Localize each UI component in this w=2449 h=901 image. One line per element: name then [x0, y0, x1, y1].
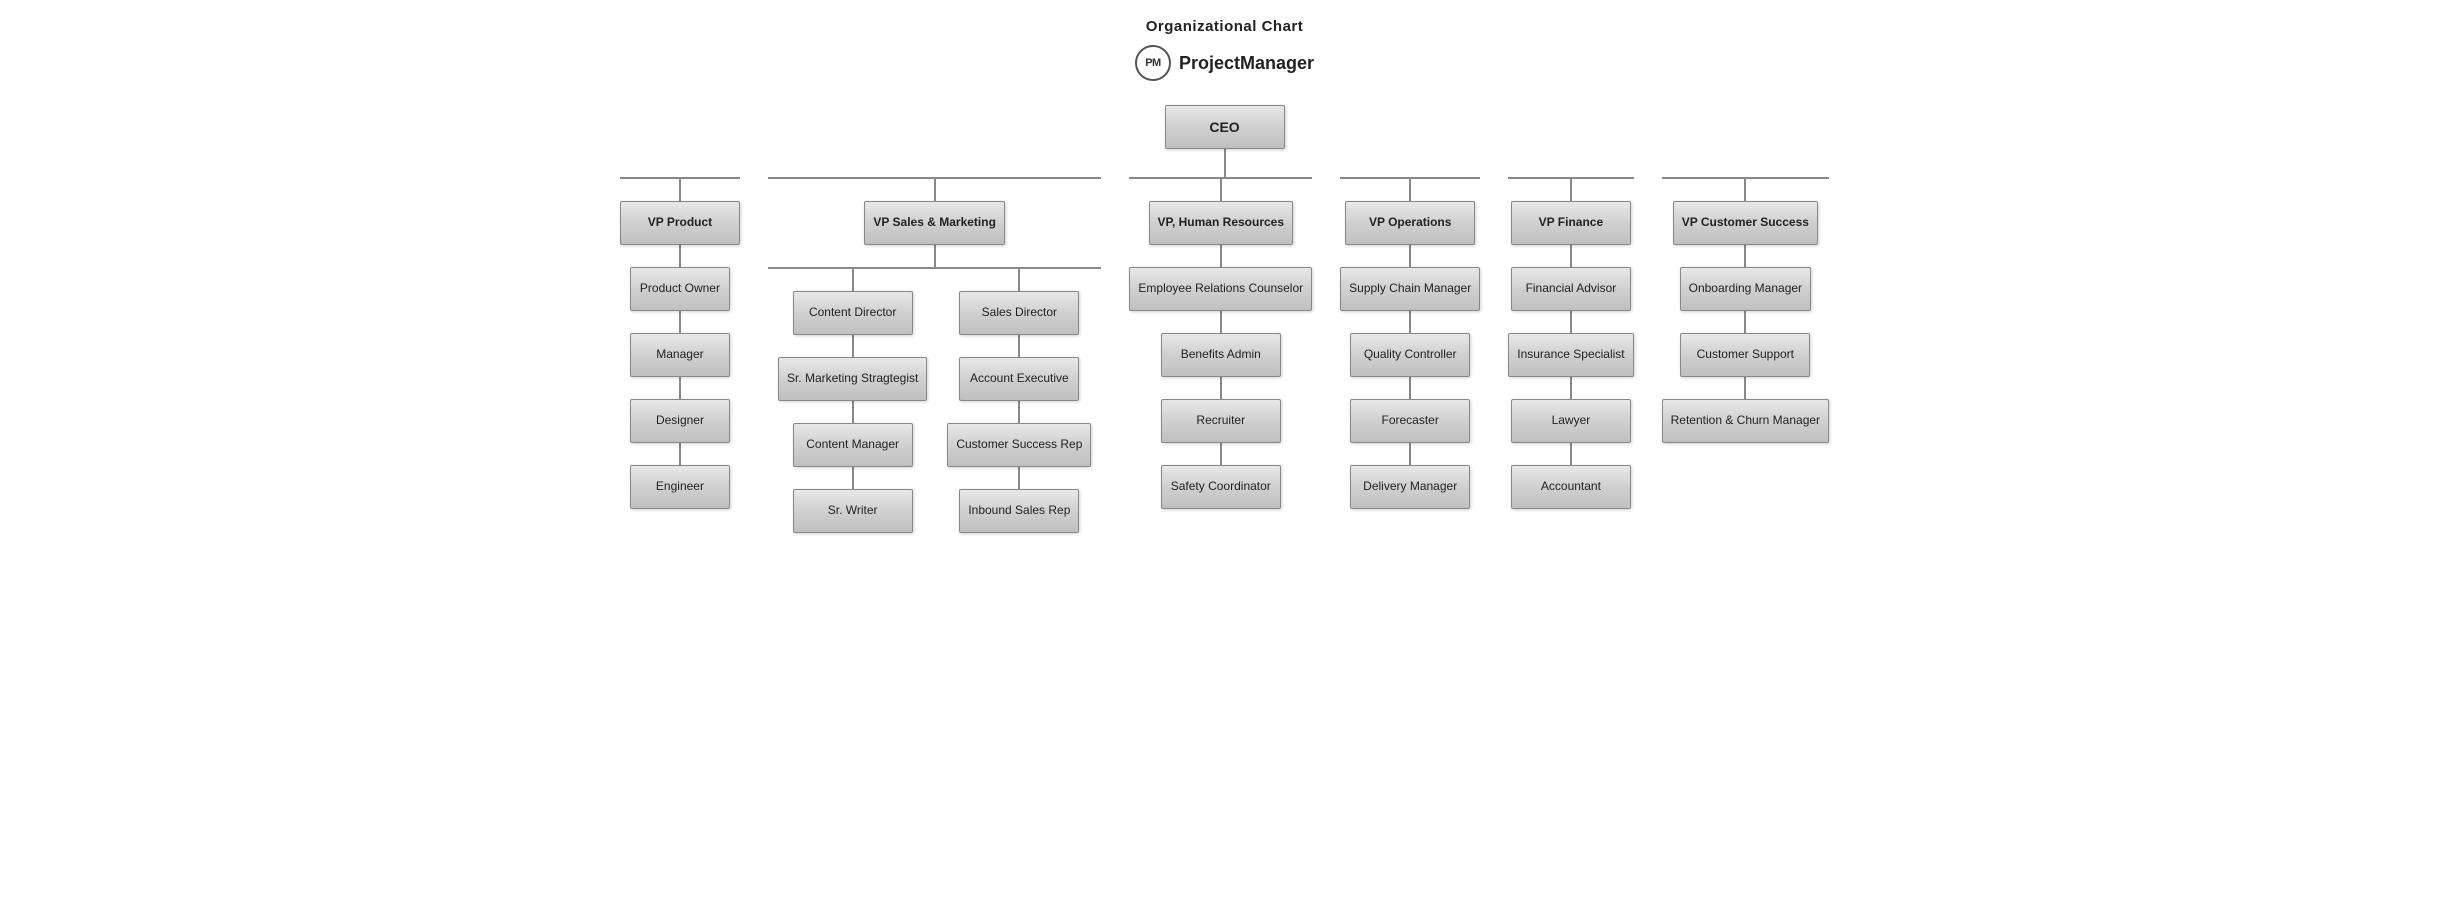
benefits-admin-node: Benefits Admin: [1161, 333, 1281, 377]
forecaster-node: Forecaster: [1350, 399, 1470, 443]
product-chain: Product Owner Manager Designer Engineer: [630, 267, 730, 509]
supply-chain-node: Supply Chain Manager: [1340, 267, 1480, 311]
chart-area: CEO VP Product Product Owner Manage: [0, 95, 2449, 563]
vp-hr-block: VP, Human Resources Employee Relations C…: [1115, 177, 1326, 509]
vp-connector-row: VP Product Product Owner Manager Designe…: [10, 177, 2439, 533]
vp-finance-block: VP Finance Financial Advisor Insurance S…: [1494, 177, 1647, 509]
sr-writer-node: Sr. Writer: [793, 489, 913, 533]
page-title: Organizational Chart: [0, 18, 2449, 35]
vp-product-block: VP Product Product Owner Manager Designe…: [606, 177, 754, 509]
vp-finance-node: VP Finance: [1511, 201, 1631, 245]
sr-marketing-node: Sr. Marketing Stragtegist: [778, 357, 927, 401]
cs-chain: Onboarding Manager Customer Support Rete…: [1662, 267, 1829, 443]
vp-hr-node: VP, Human Resources: [1149, 201, 1294, 245]
hr-chain: Employee Relations Counselor Benefits Ad…: [1129, 267, 1312, 509]
engineer-node: Engineer: [630, 465, 730, 509]
brand-logo: PM: [1135, 45, 1171, 81]
insurance-specialist-node: Insurance Specialist: [1508, 333, 1633, 377]
delivery-manager-node: Delivery Manager: [1350, 465, 1470, 509]
ceo-section: CEO: [1165, 105, 1285, 177]
finance-chain: Financial Advisor Insurance Specialist L…: [1508, 267, 1633, 509]
designer-node: Designer: [630, 399, 730, 443]
ops-chain: Supply Chain Manager Quality Controller …: [1340, 267, 1480, 509]
ceo-vbar: [1224, 149, 1226, 177]
org-chart: CEO VP Product Product Owner Manage: [10, 105, 2439, 533]
quality-controller-node: Quality Controller: [1350, 333, 1470, 377]
sales-children: Content Director Sr. Marketing Stragtegi…: [768, 267, 1101, 533]
vp-cs-block: VP Customer Success Onboarding Manager C…: [1648, 177, 1843, 443]
ceo-node: CEO: [1165, 105, 1285, 149]
recruiter-node: Recruiter: [1161, 399, 1281, 443]
vp-ops-block: VP Operations Supply Chain Manager Quali…: [1326, 177, 1494, 509]
content-director-node: Content Director: [793, 291, 913, 335]
vp-sales-node: VP Sales & Marketing: [864, 201, 1005, 245]
vp-product-node: VP Product: [620, 201, 740, 245]
product-owner-node: Product Owner: [630, 267, 730, 311]
page-header: Organizational Chart PM ProjectManager: [0, 0, 2449, 95]
vp-ops-node: VP Operations: [1345, 201, 1475, 245]
customer-success-rep-node: Customer Success Rep: [947, 423, 1091, 467]
vp-section: VP Product Product Owner Manager Designe…: [10, 177, 2439, 533]
manager-node: Manager: [630, 333, 730, 377]
lawyer-node: Lawyer: [1511, 399, 1631, 443]
accountant-node: Accountant: [1511, 465, 1631, 509]
brand-row: PM ProjectManager: [0, 45, 2449, 81]
account-executive-node: Account Executive: [959, 357, 1079, 401]
sales-two-branches: Content Director Sr. Marketing Stragtegi…: [768, 269, 1101, 533]
sales-director-col: Sales Director Account Executive Custome…: [937, 269, 1101, 533]
vp-sales-block: VP Sales & Marketing Content Director: [754, 177, 1115, 533]
content-director-col: Content Director Sr. Marketing Stragtegi…: [768, 269, 937, 533]
content-manager-node: Content Manager: [793, 423, 913, 467]
brand-name: ProjectManager: [1179, 53, 1314, 74]
retention-churn-node: Retention & Churn Manager: [1662, 399, 1829, 443]
employee-relations-node: Employee Relations Counselor: [1129, 267, 1312, 311]
customer-support-node: Customer Support: [1680, 333, 1810, 377]
vp-cs-node: VP Customer Success: [1673, 201, 1818, 245]
inbound-sales-rep-node: Inbound Sales Rep: [959, 489, 1079, 533]
sales-director-node: Sales Director: [959, 291, 1079, 335]
onboarding-manager-node: Onboarding Manager: [1680, 267, 1811, 311]
safety-coordinator-node: Safety Coordinator: [1161, 465, 1281, 509]
financial-advisor-node: Financial Advisor: [1511, 267, 1631, 311]
